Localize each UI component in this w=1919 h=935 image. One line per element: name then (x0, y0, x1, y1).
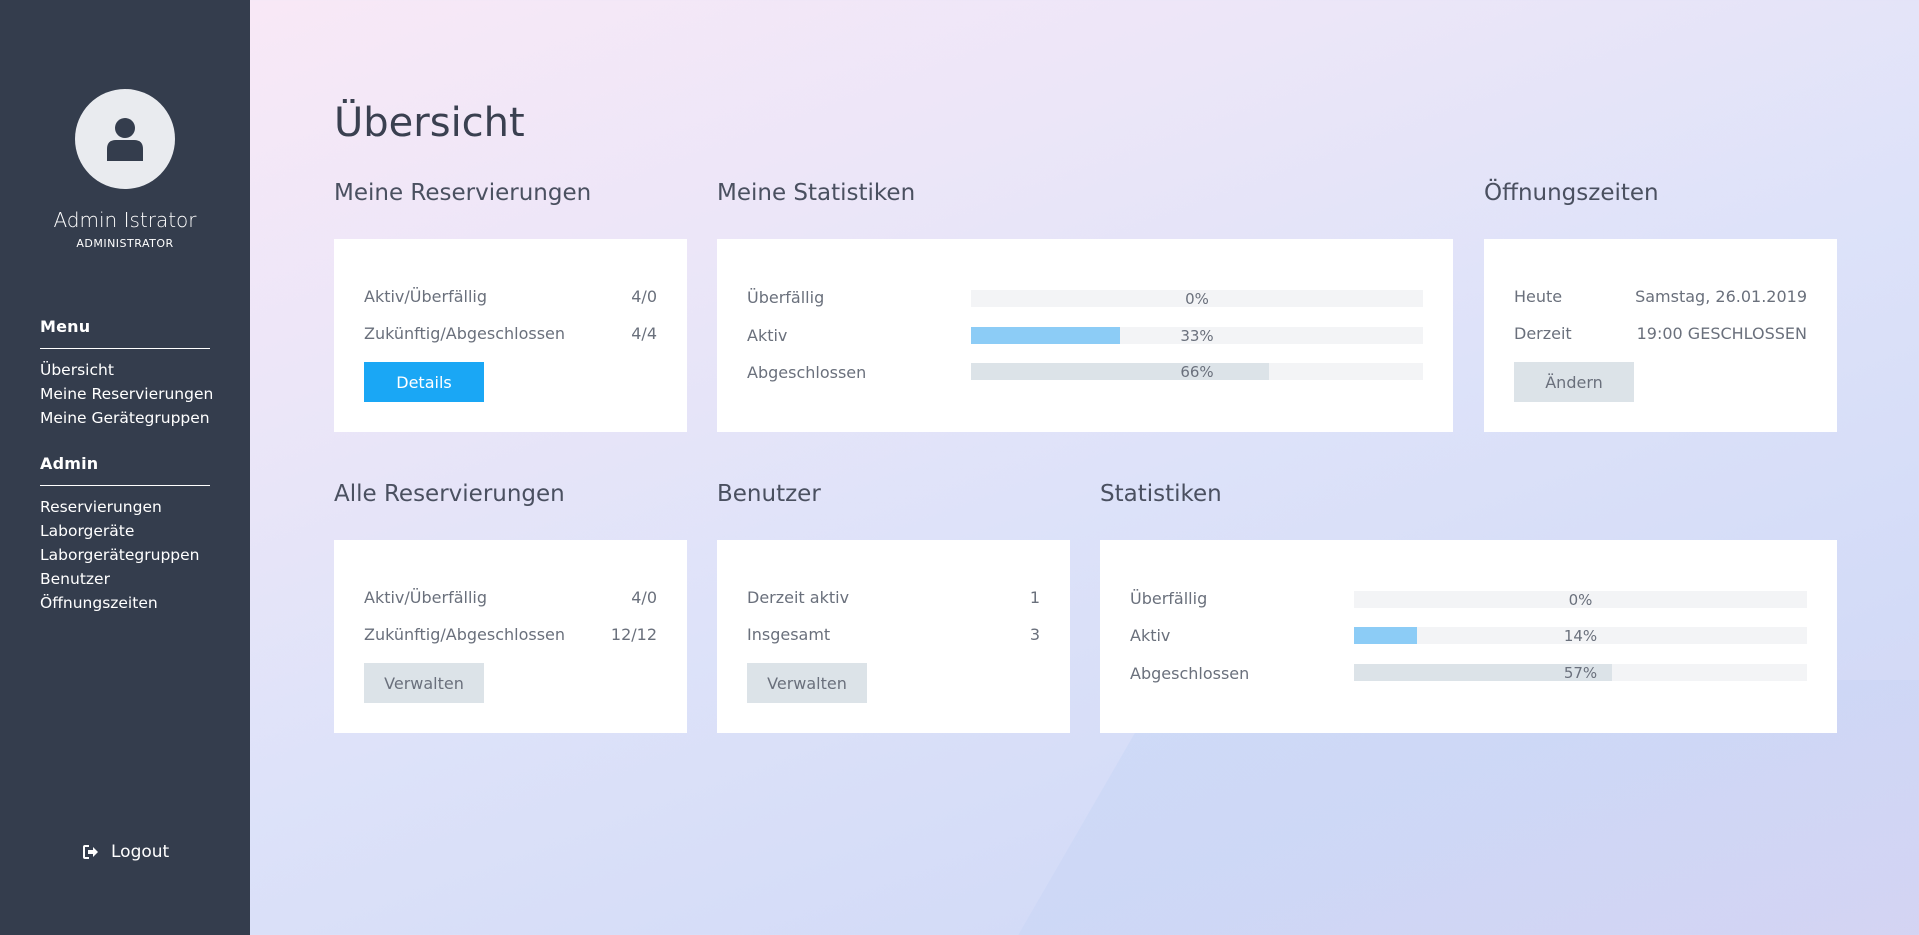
admin-section: Admin Reservierungen Laborgeräte Laborge… (40, 454, 210, 615)
stat-label: Abgeschlossen (747, 363, 867, 382)
kv-value: 12/12 (610, 625, 657, 644)
kv-value: 4/0 (631, 287, 657, 306)
kv-row: Zukünftig/Abgeschlossen 4/4 (364, 324, 657, 343)
progress-bar-abgeschlossen: 66% (971, 363, 1423, 381)
sidebar-item-meine-reservierungen[interactable]: Meine Reservierungen (40, 382, 213, 406)
kv-row: Aktiv/Überfällig 4/0 (364, 287, 657, 306)
benutzer-card: Derzeit aktiv 1 Insgesamt 3 Verwalten (717, 540, 1070, 733)
sign-out-icon (83, 845, 98, 859)
progress-bar-ueberfaellig: 0% (971, 290, 1423, 308)
kv-label: Derzeit aktiv (747, 588, 850, 607)
kv-label: Zukünftig/Abgeschlossen (364, 625, 566, 644)
kv-value: 4/4 (631, 324, 657, 343)
sidebar-item-laborgeraete[interactable]: Laborgeräte (40, 519, 210, 543)
kv-row: Insgesamt 3 (747, 625, 1040, 644)
sidebar-item-reservierungen[interactable]: Reservierungen (40, 495, 210, 519)
kv-label: Aktiv/Überfällig (364, 588, 488, 607)
avatar (75, 89, 175, 189)
kv-row: Derzeit aktiv 1 (747, 588, 1040, 607)
verwalten-reservierungen-button[interactable]: Verwalten (364, 663, 484, 703)
menu-section: Menu Übersicht Meine Reservierungen Mein… (40, 317, 213, 430)
kv-value: 4/0 (631, 588, 657, 607)
kv-label: Heute (1514, 287, 1563, 306)
progress-text: 57% (1563, 664, 1598, 682)
kv-row: Zukünftig/Abgeschlossen 12/12 (364, 625, 657, 644)
menu-heading: Menu (40, 317, 210, 349)
oeffnungszeiten-title: Öffnungszeiten (1484, 180, 1659, 206)
logout-label: Logout (111, 842, 170, 862)
admin-heading: Admin (40, 454, 210, 486)
kv-label: Derzeit (1514, 324, 1572, 343)
oeffnungszeiten-card: Heute Samstag, 26.01.2019 Derzeit 19:00 … (1484, 239, 1837, 432)
kv-label: Aktiv/Überfällig (364, 287, 488, 306)
progress-bar-ueberfaellig: 0% (1354, 591, 1807, 609)
progress-text: 0% (1568, 591, 1593, 609)
sidebar-item-oeffnungszeiten[interactable]: Öffnungszeiten (40, 591, 210, 615)
kv-value: 3 (1029, 625, 1040, 644)
stat-label: Abgeschlossen (1130, 664, 1250, 683)
progress-text: 14% (1563, 627, 1598, 645)
user-role: ADMINISTRATOR (76, 237, 174, 250)
progress-bar-abgeschlossen: 57% (1354, 664, 1807, 682)
progress-bar-aktiv: 14% (1354, 627, 1807, 645)
alle-reservierungen-title: Alle Reservierungen (334, 481, 565, 507)
stat-label: Aktiv (1130, 626, 1171, 645)
progress-text: 33% (1180, 327, 1214, 345)
sidebar-item-benutzer[interactable]: Benutzer (40, 567, 210, 591)
progress-text: 66% (1180, 363, 1214, 381)
meine-reservierungen-title: Meine Reservierungen (334, 180, 592, 206)
details-button[interactable]: Details (364, 362, 484, 402)
aendern-button[interactable]: Ändern (1514, 362, 1634, 402)
progress-bar-aktiv: 33% (971, 327, 1423, 345)
statistiken-title: Statistiken (1100, 481, 1222, 507)
meine-reservierungen-card: Aktiv/Überfällig 4/0 Zukünftig/Abgeschlo… (334, 239, 687, 432)
sidebar: Admin Istrator ADMINISTRATOR Menu Übersi… (0, 0, 250, 935)
meine-statistiken-card: Überfällig 0% Aktiv 33% Abgeschlossen 66… (717, 239, 1453, 432)
sidebar-item-meine-geraetegruppen[interactable]: Meine Gerätegruppen (40, 406, 210, 430)
stat-label: Aktiv (747, 326, 788, 345)
verwalten-benutzer-button[interactable]: Verwalten (747, 663, 867, 703)
statistiken-card: Überfällig 0% Aktiv 14% Abgeschlossen 57… (1100, 540, 1837, 733)
kv-value: 19:00 GESCHLOSSEN (1636, 324, 1807, 343)
kv-row: Derzeit 19:00 GESCHLOSSEN (1514, 324, 1807, 343)
user-name: Admin Istrator (53, 208, 197, 232)
meine-statistiken-title: Meine Statistiken (717, 180, 916, 206)
kv-value: Samstag, 26.01.2019 (1635, 287, 1807, 306)
kv-value: 1 (1029, 588, 1040, 607)
benutzer-title: Benutzer (717, 481, 821, 507)
kv-row: Heute Samstag, 26.01.2019 (1514, 287, 1807, 306)
kv-label: Insgesamt (747, 625, 831, 644)
alle-reservierungen-card: Aktiv/Überfällig 4/0 Zukünftig/Abgeschlo… (334, 540, 687, 733)
stat-label: Überfällig (747, 288, 825, 307)
kv-row: Aktiv/Überfällig 4/0 (364, 588, 657, 607)
sidebar-item-laborgeraetegruppen[interactable]: Laborgerätegruppen (40, 543, 210, 567)
kv-label: Zukünftig/Abgeschlossen (364, 324, 566, 343)
user-icon (107, 118, 143, 161)
sidebar-item-uebersicht[interactable]: Übersicht (40, 358, 210, 382)
stat-label: Überfällig (1130, 589, 1208, 608)
page-title: Übersicht (334, 100, 525, 146)
progress-text: 0% (1185, 290, 1209, 308)
logout-link[interactable]: Logout (83, 842, 169, 862)
